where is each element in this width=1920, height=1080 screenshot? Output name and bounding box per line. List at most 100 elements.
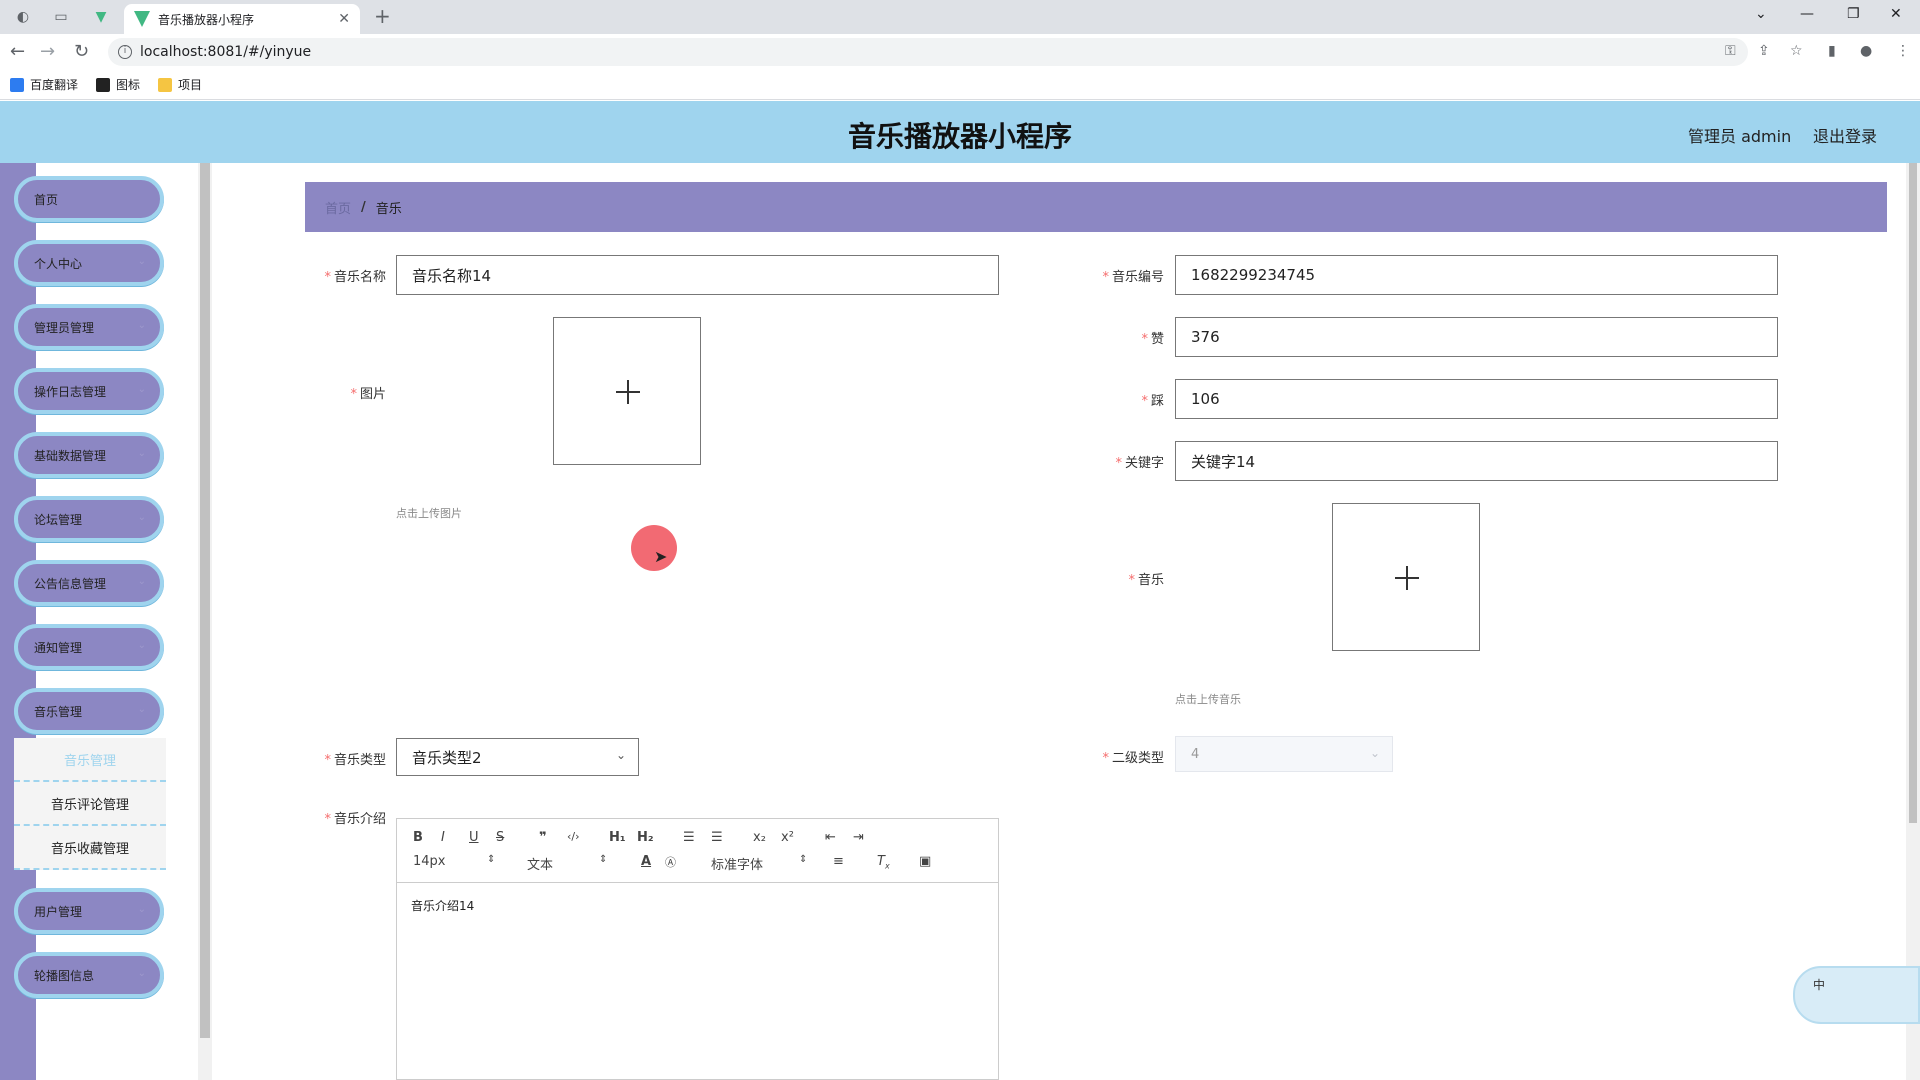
align-icon[interactable]: ≡: [833, 854, 844, 869]
image-label: * 图片: [350, 387, 386, 402]
sidebar-item-forum[interactable]: 论坛管理 ⌄: [14, 496, 164, 542]
music-no-label: * 音乐编号: [1102, 270, 1164, 285]
pinned-tab-icon[interactable]: ▼: [92, 8, 110, 26]
sidebar-item-personal-center[interactable]: 个人中心 ⌄: [14, 240, 164, 286]
submenu-item-music-management[interactable]: 音乐管理: [14, 738, 166, 782]
sidebar-item-admin-management[interactable]: 管理员管理 ⌄: [14, 304, 164, 350]
submenu-item-music-favorites[interactable]: 音乐收藏管理: [14, 826, 166, 870]
sidebar-item-base-data[interactable]: 基础数据管理 ⌄: [14, 432, 164, 478]
tab-strip-icon[interactable]: ▭: [52, 8, 70, 26]
bookmark-star-icon[interactable]: ☆: [1790, 43, 1803, 59]
image-icon[interactable]: ▣: [919, 854, 931, 869]
sub-type-label: * 二级类型: [1102, 751, 1164, 766]
music-no-input[interactable]: 1682299234745: [1175, 255, 1778, 295]
back-icon[interactable]: ←: [10, 41, 25, 62]
music-type-select[interactable]: 音乐类型2 ⌄: [396, 738, 639, 776]
tab-search-chevron-down-icon[interactable]: ⌄: [1755, 6, 1767, 22]
clear-format-icon[interactable]: Tx: [877, 854, 890, 871]
ime-widget[interactable]: 中: [1793, 966, 1920, 1024]
bookmark-label: 项目: [178, 78, 203, 92]
browser-menu-icon[interactable]: ◐: [14, 8, 32, 26]
outdent-icon[interactable]: ⇤: [825, 830, 836, 845]
rich-text-editor: B I U S ❞ ‹/› H₁ H₂ ☰ ☰ x₂ x² ⇤ ⇥ 14px ⇕ …: [396, 818, 999, 1080]
bookmark-label: 图标: [116, 78, 141, 92]
new-tab-icon[interactable]: +: [374, 4, 391, 28]
sidebar-item-announcement[interactable]: 公告信息管理 ⌄: [14, 560, 164, 606]
sidebar-item-label: 个人中心: [34, 256, 83, 271]
close-window-icon[interactable]: ✕: [1890, 6, 1902, 22]
reload-icon[interactable]: ↻: [74, 41, 89, 62]
editor-content[interactable]: 音乐介绍14: [397, 883, 998, 928]
superscript-icon[interactable]: x²: [781, 830, 794, 845]
breadcrumb-current: 音乐: [375, 201, 402, 217]
more-menu-icon[interactable]: ⋮: [1896, 43, 1910, 59]
forward-icon[interactable]: →: [40, 41, 55, 62]
scrollbar-thumb[interactable]: [200, 163, 210, 1038]
minimize-icon[interactable]: —: [1800, 6, 1814, 22]
sidebar-item-label: 首页: [34, 192, 59, 207]
submenu-item-music-comments[interactable]: 音乐评论管理: [14, 782, 166, 826]
underline-icon[interactable]: U: [469, 830, 479, 845]
sidebar-item-notification[interactable]: 通知管理 ⌄: [14, 624, 164, 670]
music-file-label: * 音乐: [1128, 573, 1164, 588]
bullet-list-icon[interactable]: ☰: [711, 830, 723, 845]
sidebar-item-operation-log[interactable]: 操作日志管理 ⌄: [14, 368, 164, 414]
logout-link[interactable]: 退出登录: [1813, 123, 1877, 147]
background-color-icon[interactable]: Ⓐ: [665, 854, 676, 870]
sidebar-item-user-management[interactable]: 用户管理 ⌄: [14, 888, 164, 934]
italic-icon[interactable]: I: [441, 830, 445, 845]
sidebar-item-music[interactable]: 音乐管理 ⌄: [14, 688, 164, 734]
bold-icon[interactable]: B: [413, 830, 423, 845]
browser-address-bar: ← → ↻ i localhost:8081/#/yinyue ⚿ ⇪ ☆ ▮ …: [0, 34, 1920, 70]
bookmark-project[interactable]: 项目: [158, 76, 202, 93]
tab-close-icon[interactable]: ✕: [338, 11, 350, 27]
font-color-icon[interactable]: A: [641, 854, 651, 869]
heading1-icon[interactable]: H₁: [609, 830, 626, 845]
sidebar-menu: 首页 个人中心 ⌄ 管理员管理 ⌄ 操作日志管理 ⌄ 基础数据管理 ⌄ 论坛管理 ⌄ 公告…: [14, 176, 168, 1016]
music-type-label: * 音乐类型: [324, 753, 386, 768]
scrollbar-thumb[interactable]: [1909, 163, 1917, 823]
bookmark-baidu-translate[interactable]: 百度翻译: [10, 76, 78, 93]
app-title: 音乐播放器小程序: [847, 120, 1072, 153]
translate-icon: [10, 77, 24, 92]
chevron-down-icon: ⌄: [137, 904, 146, 915]
url-field[interactable]: i localhost:8081/#/yinyue: [108, 38, 1748, 66]
subscript-icon[interactable]: x₂: [753, 830, 766, 845]
ordered-list-icon[interactable]: ☰: [683, 830, 695, 845]
header-select[interactable]: 文本 ⇕: [527, 854, 607, 873]
music-name-input[interactable]: 音乐名称14: [396, 255, 999, 295]
keyword-input[interactable]: 关键字14: [1175, 441, 1778, 481]
browser-tab-active[interactable]: 音乐播放器小程序 ✕: [124, 4, 360, 34]
sidebar-item-label: 轮播图信息: [34, 968, 95, 983]
updown-icon: ⇕: [487, 854, 496, 865]
likes-input[interactable]: 376: [1175, 317, 1778, 357]
sub-type-select[interactable]: 4 ⌄: [1175, 736, 1393, 772]
sidebar-scrollbar[interactable]: [198, 163, 212, 1080]
sidebar-item-label: 基础数据管理: [34, 448, 107, 463]
site-info-icon[interactable]: i: [118, 45, 132, 59]
share-icon[interactable]: ⇪: [1758, 43, 1770, 59]
font-size-select[interactable]: 14px ⇕: [413, 854, 495, 869]
code-block-icon[interactable]: ‹/›: [567, 830, 580, 843]
music-name-label: * 音乐名称: [324, 270, 386, 285]
sidebar-item-home[interactable]: 首页: [14, 176, 164, 222]
updown-icon: ⇕: [599, 854, 608, 865]
strikethrough-icon[interactable]: S: [496, 830, 504, 845]
bookmark-icons[interactable]: 图标: [96, 76, 140, 93]
breadcrumb-home[interactable]: 首页: [325, 198, 351, 217]
music-upload-hint: 点击上传音乐: [1175, 693, 1241, 706]
page-scrollbar[interactable]: [1906, 163, 1920, 1080]
font-family-select[interactable]: 标准字体 ⇕: [711, 854, 807, 873]
heading2-icon[interactable]: H₂: [637, 830, 654, 845]
sidebar-item-carousel[interactable]: 轮播图信息 ⌄: [14, 952, 164, 998]
music-upload-box[interactable]: [1332, 503, 1480, 651]
key-icon[interactable]: ⚿: [1725, 43, 1736, 59]
side-panel-icon[interactable]: ▮: [1828, 43, 1836, 59]
dislikes-input[interactable]: 106: [1175, 379, 1778, 419]
profile-avatar-icon[interactable]: ●: [1860, 43, 1872, 59]
blockquote-icon[interactable]: ❞: [539, 830, 547, 845]
restore-icon[interactable]: ❐: [1847, 6, 1860, 22]
indent-icon[interactable]: ⇥: [853, 830, 864, 845]
image-upload-hint: 点击上传图片: [396, 507, 462, 520]
image-upload-box[interactable]: [553, 317, 701, 465]
